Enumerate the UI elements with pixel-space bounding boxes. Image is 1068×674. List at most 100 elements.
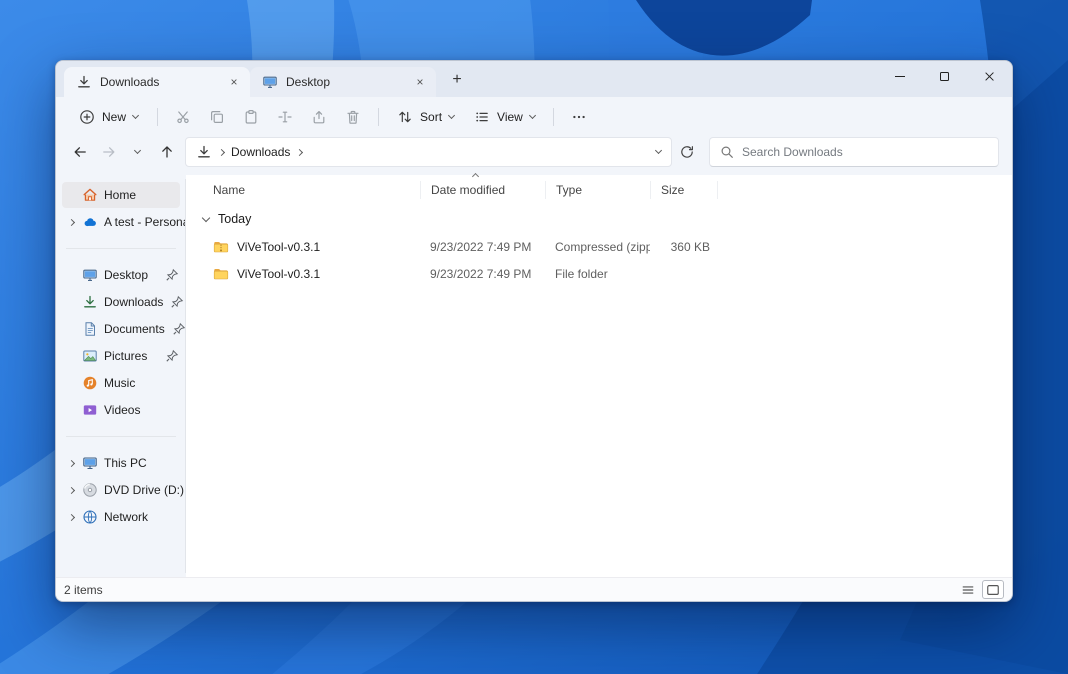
pin-icon (164, 267, 178, 283)
column-header-date-modified[interactable]: Date modified (420, 181, 545, 199)
pin-icon (171, 321, 185, 337)
sidebar-item-pictures[interactable]: Pictures (62, 343, 180, 369)
sidebar-item-label: Music (104, 376, 178, 390)
group-label: Today (218, 212, 251, 226)
chevron-right-icon[interactable] (66, 515, 76, 520)
music-icon (82, 375, 98, 391)
sidebar-item-videos[interactable]: Videos (62, 397, 180, 423)
sidebar-item-onedrive[interactable]: A test - Personal (62, 209, 180, 235)
chevron-down-icon (132, 112, 139, 119)
toolbar-separator (553, 108, 554, 126)
sidebar-item-label: Desktop (104, 268, 158, 282)
column-header-label: Type (556, 183, 582, 197)
status-bar: 2 items (56, 577, 1012, 601)
sidebar-item-label: Videos (104, 403, 178, 417)
minimize-icon (895, 76, 905, 77)
documents-icon (82, 321, 98, 337)
search-input[interactable] (742, 145, 989, 159)
folder-icon (213, 266, 229, 282)
copy-icon (209, 109, 225, 125)
sidebar-item-downloads[interactable]: Downloads (62, 289, 180, 315)
share-icon (311, 109, 327, 125)
sidebar-item-label: A test - Personal (104, 215, 186, 229)
new-tab-button[interactable]: + (444, 67, 470, 93)
address-dropdown-icon[interactable] (655, 147, 662, 154)
rename-icon (277, 109, 293, 125)
tab-downloads[interactable]: Downloads × (64, 67, 250, 97)
file-date-modified: 9/23/2022 7:49 PM (420, 240, 545, 254)
cut-button[interactable] (166, 102, 200, 132)
file-name-cell[interactable]: ViVeTool-v0.3.1 (210, 266, 420, 282)
chevron-down-icon (448, 112, 455, 119)
column-header-type[interactable]: Type (545, 181, 650, 199)
tab-close-icon[interactable]: × (411, 73, 429, 91)
tab-label: Desktop (286, 75, 403, 89)
toolbar-separator (157, 108, 158, 126)
file-name-cell[interactable]: ViVeTool-v0.3.1 (210, 239, 420, 255)
more-options-button[interactable] (562, 102, 596, 132)
sidebar-item-desktop[interactable]: Desktop (62, 262, 180, 288)
sort-ascending-icon (472, 173, 479, 180)
share-button[interactable] (302, 102, 336, 132)
column-header-name[interactable]: Name (210, 181, 420, 199)
pin-icon (169, 294, 183, 310)
file-type: Compressed (zipp... (545, 240, 650, 254)
sort-button[interactable]: Sort (387, 102, 464, 132)
maximize-button[interactable] (922, 61, 967, 92)
desktop-icon (262, 74, 278, 90)
command-toolbar: New (56, 97, 1012, 137)
window-caption-controls (877, 61, 1012, 92)
recent-locations-button[interactable] (123, 138, 152, 166)
sidebar-item-home[interactable]: Home (62, 182, 180, 208)
pin-icon (164, 348, 178, 364)
new-button[interactable]: New (68, 102, 149, 132)
back-button[interactable] (65, 138, 94, 166)
refresh-button[interactable] (672, 138, 701, 166)
large-thumbnails-view-button[interactable] (982, 580, 1004, 599)
paste-button[interactable] (234, 102, 268, 132)
sidebar-item-dvd-drive[interactable]: DVD Drive (D:) CCC (62, 477, 180, 503)
details-view-button[interactable] (957, 580, 979, 599)
collapse-group-icon[interactable] (202, 213, 210, 221)
copy-button[interactable] (200, 102, 234, 132)
sort-button-label: Sort (420, 110, 442, 124)
rename-button[interactable] (268, 102, 302, 132)
delete-button[interactable] (336, 102, 370, 132)
sidebar-item-this-pc[interactable]: This PC (62, 450, 180, 476)
close-button[interactable] (967, 61, 1012, 92)
chevron-right-icon[interactable] (66, 488, 76, 493)
column-header-label: Size (661, 183, 684, 197)
sidebar-separator (66, 436, 176, 437)
sort-icon (397, 109, 413, 125)
tab-desktop[interactable]: Desktop × (250, 67, 436, 97)
view-button[interactable]: View (464, 102, 545, 132)
minimize-button[interactable] (877, 61, 922, 92)
sidebar-separator (66, 248, 176, 249)
file-list-empty-area[interactable] (186, 287, 1012, 577)
ellipsis-icon (571, 109, 587, 125)
address-bar[interactable]: Downloads (185, 137, 672, 167)
sidebar-item-network[interactable]: Network (62, 504, 180, 530)
group-header-today[interactable]: Today (186, 205, 1012, 233)
sidebar-item-music[interactable]: Music (62, 370, 180, 396)
tab-close-icon[interactable]: × (225, 73, 243, 91)
back-arrow-icon (72, 144, 88, 160)
file-row[interactable]: ViVeTool-v0.3.1 9/23/2022 7:49 PM File f… (186, 260, 1012, 287)
column-header-size[interactable]: Size (650, 181, 718, 199)
sidebar-item-documents[interactable]: Documents (62, 316, 180, 342)
forward-arrow-icon (101, 144, 117, 160)
file-row[interactable]: ViVeTool-v0.3.1 9/23/2022 7:49 PM Compre… (186, 233, 1012, 260)
file-name: ViVeTool-v0.3.1 (237, 240, 320, 254)
up-button[interactable] (152, 138, 181, 166)
breadcrumb-chevron-icon[interactable] (296, 148, 303, 155)
sidebar-item-label: Network (104, 510, 178, 524)
search-icon (719, 144, 735, 160)
search-box[interactable] (709, 137, 999, 167)
zip-folder-icon (213, 239, 229, 255)
breadcrumb-segment[interactable]: Downloads (231, 145, 290, 159)
view-button-label: View (497, 110, 523, 124)
sidebar-item-label: Home (104, 188, 178, 202)
chevron-right-icon[interactable] (66, 461, 76, 466)
forward-button[interactable] (94, 138, 123, 166)
chevron-right-icon[interactable] (66, 220, 76, 225)
